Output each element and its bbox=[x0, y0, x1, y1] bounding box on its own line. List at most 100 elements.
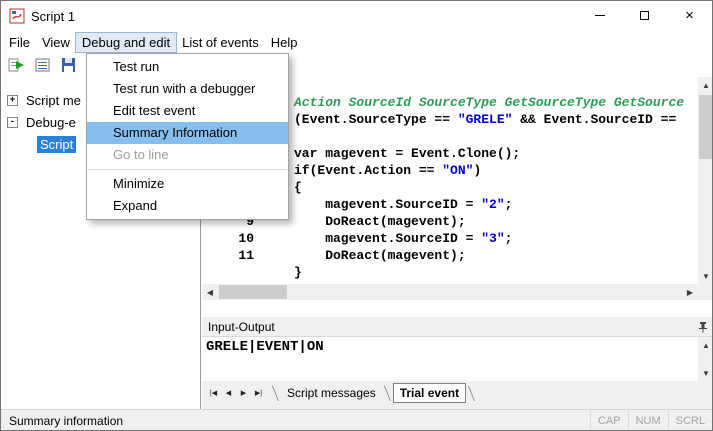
menubar-item-debug-and-edit[interactable]: Debug and edit bbox=[76, 33, 176, 52]
app-icon bbox=[9, 8, 25, 24]
statusbar: Summary information CAPNUMSCRL bbox=[1, 409, 712, 431]
menu-item-summary-information[interactable]: Summary Information bbox=[87, 122, 288, 144]
maximize-button[interactable] bbox=[622, 1, 667, 30]
editor-horizontal-scrollbar[interactable]: ◀ ▶ bbox=[202, 284, 698, 300]
tab-nav: |◀◀▶▶| bbox=[206, 384, 266, 402]
tab-separator bbox=[272, 386, 279, 401]
code-segment-header: Action SourceId SourceType GetSourceType… bbox=[294, 95, 684, 110]
code-segment-code: } bbox=[294, 265, 302, 280]
close-button[interactable]: × bbox=[667, 1, 712, 30]
code-text: DoReact(magevent); bbox=[294, 214, 466, 229]
code-text: if(Event.Action == "ON") bbox=[294, 163, 481, 178]
minimize-icon bbox=[595, 15, 605, 16]
code-segment-code: { bbox=[294, 180, 302, 195]
code-text: DoReact(magevent); bbox=[294, 248, 466, 263]
status-text: Summary information bbox=[1, 414, 590, 428]
scroll-up-icon[interactable]: ▲ bbox=[698, 337, 713, 353]
menu-item-expand[interactable]: Expand bbox=[87, 195, 288, 217]
titlebar: Script 1 × bbox=[1, 1, 712, 31]
tree-item-label: Debug-e bbox=[23, 114, 79, 131]
status-indicator-scrl: SCRL bbox=[668, 410, 712, 431]
status-indicators: CAPNUMSCRL bbox=[590, 410, 712, 431]
output-vertical-scrollbar[interactable]: ▲ ▼ bbox=[698, 337, 713, 381]
app-window: Script 1 × FileViewDebug and editList of… bbox=[0, 0, 713, 431]
window-title: Script 1 bbox=[31, 9, 75, 24]
tab-separator bbox=[384, 386, 391, 401]
code-segment-string: "2" bbox=[481, 197, 504, 212]
code-text: var magevent = Event.Clone(); bbox=[294, 146, 520, 161]
code-line[interactable]: 10 magevent.SourceID = "3"; bbox=[202, 231, 698, 248]
scroll-down-icon[interactable]: ▼ bbox=[698, 365, 713, 381]
scroll-down-icon[interactable]: ▼ bbox=[698, 268, 713, 284]
code-segment-string: "GRELE" bbox=[458, 112, 513, 127]
output-panel-header: Input-Output bbox=[202, 317, 713, 337]
tab-last-button[interactable]: ▶| bbox=[251, 384, 266, 402]
tab-separator bbox=[468, 386, 475, 401]
code-segment-code: DoReact(magevent); bbox=[294, 248, 466, 263]
caption-buttons: × bbox=[577, 1, 712, 31]
debug-menu: Test runTest run with a debuggerEdit tes… bbox=[86, 53, 289, 220]
tab-trial-event[interactable]: Trial event bbox=[393, 383, 466, 403]
code-line[interactable]: } bbox=[202, 265, 698, 282]
code-text: { bbox=[294, 180, 302, 195]
menubar-item-file[interactable]: File bbox=[3, 33, 36, 52]
code-segment-code: && Event.SourceID == bbox=[512, 112, 676, 127]
menubar-item-help[interactable]: Help bbox=[265, 33, 304, 52]
save-icon[interactable] bbox=[58, 55, 80, 75]
code-text: (Event.SourceType == "GRELE" && Event.So… bbox=[294, 112, 676, 127]
code-segment-code: (Event.SourceType == bbox=[294, 112, 458, 127]
menu-item-go-to-line[interactable]: Go to line bbox=[87, 144, 288, 166]
code-text: magevent.SourceID = "2"; bbox=[294, 197, 512, 212]
status-indicator-cap: CAP bbox=[590, 410, 628, 431]
run-icon[interactable] bbox=[6, 55, 28, 75]
menu-item-edit-test-event[interactable]: Edit test event bbox=[87, 100, 288, 122]
scrollbar-corner bbox=[698, 284, 713, 300]
status-indicator-num: NUM bbox=[628, 410, 668, 431]
menu-item-test-run[interactable]: Test run bbox=[87, 56, 288, 78]
output-text: GRELE|EVENT|ON bbox=[206, 339, 324, 355]
menubar: FileViewDebug and editList of eventsHelp bbox=[1, 31, 712, 53]
code-segment-code: magevent.SourceID = bbox=[294, 197, 481, 212]
maximize-icon bbox=[640, 11, 649, 20]
events-list-icon[interactable] bbox=[32, 55, 54, 75]
tab-prev-button[interactable]: ◀ bbox=[221, 384, 236, 402]
code-segment-string: "ON" bbox=[442, 163, 473, 178]
code-segment-code: var magevent = Event.Clone(); bbox=[294, 146, 520, 161]
tab-first-button[interactable]: |◀ bbox=[206, 384, 221, 402]
expand-icon[interactable]: + bbox=[7, 95, 18, 106]
editor-vertical-scrollbar[interactable]: ▲ ▼ bbox=[698, 77, 713, 284]
collapse-icon[interactable]: - bbox=[7, 117, 18, 128]
tab-next-button[interactable]: ▶ bbox=[236, 384, 251, 402]
menu-item-test-run-with-a-debugger[interactable]: Test run with a debugger bbox=[87, 78, 288, 100]
horizontal-scrollbar-thumb[interactable] bbox=[219, 285, 287, 299]
tab-strip: Script messages Trial event bbox=[270, 381, 477, 405]
output-content[interactable]: GRELE|EVENT|ON ▲ ▼ bbox=[202, 337, 713, 381]
code-text: } bbox=[294, 265, 302, 280]
menubar-item-list-of-events[interactable]: List of events bbox=[176, 33, 265, 52]
line-number: 11 bbox=[202, 248, 254, 263]
vertical-scrollbar-thumb[interactable] bbox=[699, 95, 713, 159]
code-segment-code: magevent.SourceID = bbox=[294, 231, 481, 246]
tree-item-label: Script me bbox=[23, 92, 84, 109]
code-segment-string: "3" bbox=[481, 231, 504, 246]
close-icon: × bbox=[685, 8, 694, 23]
pin-icon[interactable] bbox=[696, 320, 710, 334]
menubar-item-view[interactable]: View bbox=[36, 33, 76, 52]
tree-item-label: Script bbox=[37, 136, 76, 153]
tab-script-messages[interactable]: Script messages bbox=[281, 384, 382, 402]
scroll-up-icon[interactable]: ▲ bbox=[698, 77, 713, 93]
scroll-left-icon[interactable]: ◀ bbox=[202, 284, 218, 300]
menu-separator bbox=[88, 169, 287, 170]
menu-item-minimize[interactable]: Minimize bbox=[87, 173, 288, 195]
minimize-button[interactable] bbox=[577, 1, 622, 30]
output-panel: Input-Output GRELE|EVENT|ON ▲ ▼ |◀◀▶▶| S… bbox=[202, 317, 713, 409]
tabbar: |◀◀▶▶| Script messages Trial event bbox=[202, 381, 713, 405]
output-panel-title: Input-Output bbox=[208, 320, 275, 334]
code-segment-code: DoReact(magevent); bbox=[294, 214, 466, 229]
code-segment-code: ; bbox=[505, 197, 513, 212]
code-segment-code: ; bbox=[505, 231, 513, 246]
scroll-right-icon[interactable]: ▶ bbox=[682, 284, 698, 300]
code-line[interactable]: 11 DoReact(magevent); bbox=[202, 248, 698, 265]
code-segment-code: ) bbox=[473, 163, 481, 178]
code-text: magevent.SourceID = "3"; bbox=[294, 231, 512, 246]
